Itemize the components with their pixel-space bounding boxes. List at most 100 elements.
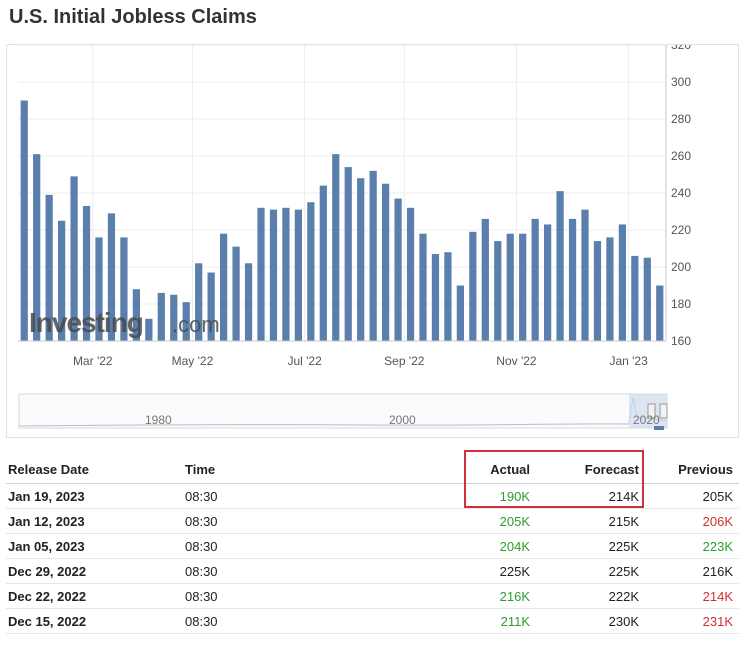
chart-bar[interactable] [469,231,477,341]
chart-bar[interactable] [506,233,514,341]
chart-bar[interactable] [157,292,165,341]
watermark: Investing .com [29,307,220,338]
table-row: Dec 22, 2022 08:30 216K 222K 214K [6,583,739,609]
chart-bar[interactable] [220,233,228,341]
chart-bar[interactable] [631,255,639,341]
chart-bar[interactable] [382,183,390,341]
chart-bar[interactable] [456,285,464,342]
previous-cell: 223K [639,533,739,559]
chart-bar[interactable] [593,241,602,341]
chart-bar[interactable] [357,178,365,341]
watermark-text: Investing [29,307,143,338]
chart-bar[interactable] [406,207,415,341]
chart-bar[interactable] [294,209,302,341]
chart-bar[interactable] [431,254,440,341]
chart-bar[interactable] [344,167,352,341]
release-date-cell: Dec 29, 2022 [6,558,185,584]
previous-cell: 216K [639,558,739,584]
release-date-cell: Jan 12, 2023 [6,508,185,534]
x-tick-label: May '22 [172,354,214,368]
watermark-suffix: .com [172,312,220,337]
y-tick-label: 320 [671,45,691,52]
chart-bar[interactable] [394,198,402,341]
forecast-cell: 214K [530,483,639,509]
chart-bar[interactable] [244,263,253,341]
time-cell: 08:30 [185,508,350,534]
x-tick-label: Sep '22 [384,354,425,368]
chart-bar[interactable] [643,257,651,341]
chart-bar[interactable] [419,233,427,341]
chart-bar[interactable] [568,218,577,341]
chart-container[interactable]: Investing .com 160 180 200 220 240 260 280 300 3… [6,44,739,438]
previous-cell: 214K [639,583,739,609]
chart-bar[interactable] [232,246,240,341]
time-cell: 08:30 [185,483,350,509]
history-table: Release Date Time Actual Forecast Previo… [6,456,739,634]
x-tick-label: Nov '22 [496,354,537,368]
forecast-cell: 222K [530,583,639,609]
chart-bar[interactable] [369,170,377,341]
forecast-cell: 225K [530,533,639,559]
actual-cell: 205K [350,508,530,534]
chart-bar[interactable] [531,218,539,341]
y-tick-label: 300 [671,75,691,89]
chart-bar[interactable] [618,224,626,341]
header-forecast[interactable]: Forecast [530,456,639,484]
chart-bar[interactable] [581,209,589,341]
time-cell: 08:30 [185,533,350,559]
navigator-background[interactable] [18,393,668,429]
y-tick-label: 260 [671,149,691,163]
table-row: Jan 12, 2023 08:30 205K 215K 206K [6,508,739,534]
chart-bar[interactable] [519,233,527,341]
chart-bar[interactable] [20,100,28,342]
navigator-label-2000: 2000 [389,413,416,427]
forecast-cell: 230K [530,608,639,634]
chart-bar[interactable] [319,185,327,341]
chart-bar[interactable] [257,207,265,341]
x-tick-label: Mar '22 [73,354,113,368]
header-release-date[interactable]: Release Date [6,456,185,484]
y-tick-label: 180 [671,297,691,311]
time-cell: 08:30 [185,608,350,634]
chart-bar[interactable] [481,218,489,341]
range-navigator[interactable]: 1980 2000 2020 [18,393,668,430]
x-tick-label: Jul '22 [287,354,322,368]
forecast-cell: 215K [530,508,639,534]
release-date-cell: Jan 05, 2023 [6,533,185,559]
table-row: Jan 19, 2023 08:30 190K 214K 205K [6,483,739,509]
chart-bar[interactable] [332,154,340,341]
release-date-cell: Dec 22, 2022 [6,583,185,609]
chart-bar[interactable] [145,318,153,341]
y-tick-label: 240 [671,186,691,200]
chart-bar[interactable] [307,202,315,341]
time-cell: 08:30 [185,558,350,584]
header-previous[interactable]: Previous [639,456,739,484]
grid-layer [18,45,666,342]
chart-bar[interactable] [269,209,278,341]
release-date-cell: Jan 19, 2023 [6,483,185,509]
chart-bar[interactable] [544,224,552,341]
jobless-claims-chart[interactable]: Investing .com 160 180 200 220 240 260 280 300 3… [7,45,738,437]
chart-bar[interactable] [606,237,614,341]
chart-bar[interactable] [494,241,502,341]
y-tick-label: 200 [671,260,691,274]
forecast-cell: 225K [530,558,639,584]
chart-bar[interactable] [656,285,664,342]
chart-bar[interactable] [556,191,564,341]
x-tick-label: Jan '23 [609,354,648,368]
table-row: Jan 05, 2023 08:30 204K 225K 223K [6,533,739,559]
header-actual[interactable]: Actual [350,456,530,484]
table-row: Dec 29, 2022 08:30 225K 225K 216K [6,558,739,584]
previous-cell: 231K [639,608,739,634]
actual-cell: 190K [350,483,530,509]
navigator-right-handle[interactable] [659,403,668,419]
actual-cell: 211K [350,608,530,634]
header-time[interactable]: Time [185,456,350,484]
time-cell: 08:30 [185,583,350,609]
release-date-cell: Dec 15, 2022 [6,608,185,634]
chart-bar[interactable] [282,207,290,341]
table-header-row: Release Date Time Actual Forecast Previo… [6,456,739,484]
chart-bar[interactable] [444,252,452,341]
navigator-label-2020: 2020 [633,413,660,427]
y-tick-label: 280 [671,112,691,126]
